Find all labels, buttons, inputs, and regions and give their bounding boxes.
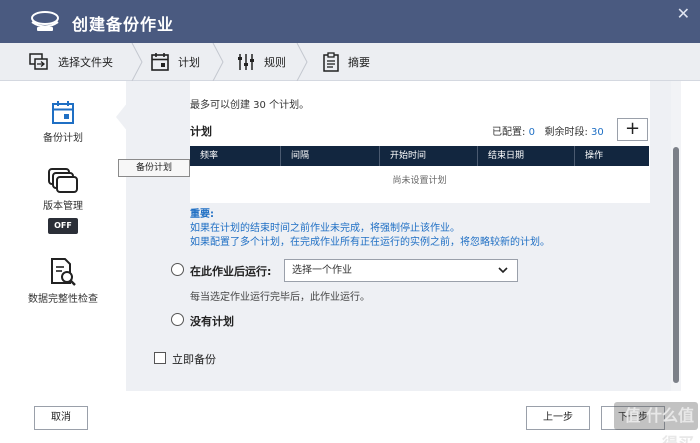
sidebar-item-data-integrity[interactable]: 数据完整性检查 — [0, 257, 126, 307]
calendar-icon — [52, 101, 74, 124]
step-chevron — [131, 43, 143, 81]
cancel-button[interactable]: 取消 — [34, 406, 88, 430]
off-badge: OFF — [48, 218, 78, 234]
backup-now-label: 立即备份 — [172, 353, 216, 366]
step-chevron — [212, 43, 224, 81]
schedule-counts: 已配置: 0 剩余时段: 30 — [492, 123, 604, 138]
sidebar-item-label: 备份计划 — [43, 133, 83, 144]
step-select-folder[interactable]: 选择文件夹 — [28, 43, 113, 81]
important-title: 重要: — [190, 209, 214, 220]
folder-copy-icon — [29, 53, 48, 70]
sidebar-item-label: 数据完整性检查 — [28, 294, 98, 305]
step-chevron — [296, 43, 308, 81]
schedule-table-header: 频率 间隔 开始时间 结束日期 操作 — [190, 146, 649, 166]
watermark: 值 什么值得买 — [614, 402, 698, 443]
sliders-icon — [238, 54, 254, 70]
column-header: 开始时间 — [380, 146, 478, 166]
no-schedule-label: 没有计划 — [190, 315, 234, 328]
scrollbar[interactable] — [671, 81, 681, 391]
schedule-section-title: 计划 — [190, 125, 212, 138]
versions-icon — [48, 168, 78, 193]
add-schedule-button[interactable]: + — [617, 118, 648, 141]
run-after-job-hint: 每当选定作业运行完毕后，此作业运行。 — [190, 292, 370, 303]
backup-now-checkbox[interactable] — [154, 352, 166, 364]
schedule-table-empty: 尚未设置计划 — [190, 166, 649, 196]
step-schedule[interactable]: 计划 — [150, 43, 200, 81]
important-note: 如果配置了多个计划，在完成作业所有正在运行的实例之前，将忽略较新的计划。 — [190, 237, 550, 248]
calendar-icon — [151, 53, 169, 71]
sidebar: 备份计划 版本管理 OFF 数据完整性检查 — [0, 81, 126, 391]
schedule-limit-text: 最多可以创建 30 个计划。 — [190, 100, 310, 111]
close-button[interactable]: ✕ — [677, 4, 690, 23]
no-schedule-radio[interactable] — [171, 313, 184, 326]
wizard-steps: 选择文件夹 计划 规则 摘要 — [0, 43, 700, 81]
important-note: 如果在计划的结束时间之前作业未完成，将强制停止该作业。 — [190, 223, 460, 234]
step-label: 摘要 — [348, 56, 370, 69]
title-bar: 创建备份作业 ✕ — [0, 0, 700, 43]
configured-label: 已配置: — [492, 127, 526, 138]
column-header: 频率 — [190, 146, 281, 166]
step-summary[interactable]: 摘要 — [322, 43, 370, 81]
step-label: 选择文件夹 — [58, 56, 113, 69]
footer: 取消 上一步 下一步 — [0, 391, 700, 443]
column-header: 结束日期 — [478, 146, 575, 166]
sidebar-item-version-management[interactable]: 版本管理 OFF — [0, 168, 126, 234]
column-header: 间隔 — [281, 146, 380, 166]
column-header: 操作 — [585, 151, 604, 161]
job-select[interactable]: 选择一个作业 — [284, 259, 518, 282]
step-label: 规则 — [264, 56, 286, 69]
tooltip: 备份计划 — [118, 159, 190, 177]
run-after-job-label: 在此作业后运行: — [190, 265, 272, 278]
sidebar-item-label: 版本管理 — [43, 201, 83, 212]
run-after-job-radio[interactable] — [171, 263, 184, 276]
schedule-panel: 最多可以创建 30 个计划。 计划 已配置: 0 剩余时段: 30 + 频率 间… — [126, 81, 671, 391]
sidebar-item-backup-schedule[interactable]: 备份计划 — [0, 100, 126, 146]
remaining-value: 30 — [591, 127, 604, 138]
scrollbar-thumb[interactable] — [673, 147, 679, 383]
chevron-down-icon — [498, 267, 508, 274]
step-rules[interactable]: 规则 — [236, 43, 286, 81]
configured-value: 0 — [528, 127, 535, 138]
previous-button[interactable]: 上一步 — [526, 406, 590, 430]
remaining-label: 剩余时段: — [544, 127, 588, 138]
clipboard-icon — [323, 52, 339, 72]
step-label: 计划 — [178, 56, 200, 69]
backup-logo-icon — [31, 11, 59, 31]
document-search-icon — [51, 258, 76, 286]
window-title: 创建备份作业 — [72, 15, 175, 34]
job-select-value: 选择一个作业 — [292, 265, 352, 276]
